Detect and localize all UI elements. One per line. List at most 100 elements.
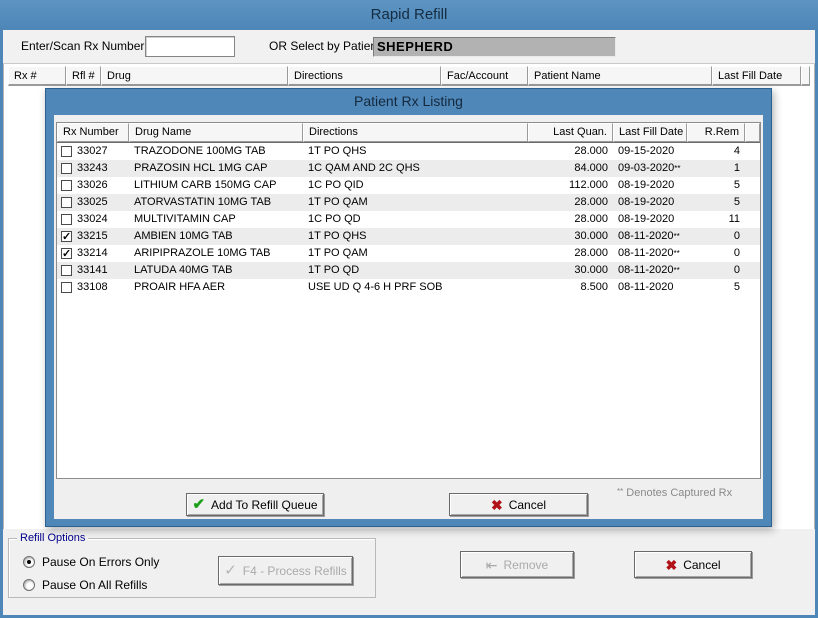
dialog-cancel-label: Cancel [509, 498, 546, 512]
footer-panel: Refill Options Pause On Errors Only Paus… [3, 529, 815, 615]
col-last-fill-date[interactable]: Last Fill Date [613, 123, 687, 142]
rx-table-row[interactable]: 33026 LITHIUM CARB 150MG CAP 1C PO QID 1… [57, 177, 760, 194]
rx-checkbox[interactable] [61, 180, 72, 191]
last-fill-date-value: 08-19-2020 [613, 211, 687, 228]
rx-table-row[interactable]: 33025 ATORVASTATIN 10MG TAB 1T PO QAM 28… [57, 194, 760, 211]
directions-value: 1C PO QD [303, 211, 528, 228]
rx-checkbox[interactable] [61, 265, 72, 276]
bg-col-patient-name[interactable]: Patient Name [528, 66, 712, 86]
row-spacer [745, 194, 760, 211]
rx-number-label: Enter/Scan Rx Number: [21, 39, 148, 53]
rx-table-row[interactable]: 33108 PROAIR HFA AER USE UD Q 4-6 H PRF … [57, 279, 760, 296]
last-fill-date-value: 09-03-2020** [613, 160, 687, 177]
directions-value: 1C QAM AND 2C QHS [303, 160, 528, 177]
rx-checkbox[interactable] [61, 231, 72, 242]
rx-table-row[interactable]: 33027 TRAZODONE 100MG TAB 1T PO QHS 28.0… [57, 143, 760, 160]
col-drug-name[interactable]: Drug Name [129, 123, 303, 142]
refills-remaining-value: 1 [687, 160, 745, 177]
patient-select-field[interactable]: SHEPHERD [373, 37, 616, 57]
col-r-rem[interactable]: R.Rem [687, 123, 745, 142]
check-icon: ✔ [192, 497, 205, 512]
refill-options-label: Refill Options [17, 532, 88, 544]
footer-cancel-button[interactable]: ✖ Cancel [634, 551, 752, 578]
rx-checkbox[interactable] [61, 282, 72, 293]
rx-table-row[interactable]: 33214 ARIPIPRAZOLE 10MG TAB 1T PO QAM 28… [57, 245, 760, 262]
last-fill-date-value: 08-11-2020** [613, 262, 687, 279]
last-quantity-value: 28.000 [528, 143, 613, 160]
row-spacer [745, 279, 760, 296]
dialog-content: Rx Number Drug Name Directions Last Quan… [54, 115, 763, 519]
rx-number-value: 33025 [77, 194, 108, 211]
col-last-quan[interactable]: Last Quan. [528, 123, 613, 142]
footer-cancel-label: Cancel [683, 558, 720, 572]
dialog-title-bar: Patient Rx Listing [46, 89, 771, 115]
rx-checkbox[interactable] [61, 214, 72, 225]
drug-name-value: AMBIEN 10MG TAB [129, 228, 303, 245]
last-quantity-value: 28.000 [528, 194, 613, 211]
row-spacer [745, 228, 760, 245]
refills-remaining-value: 4 [687, 143, 745, 160]
last-quantity-value: 8.500 [528, 279, 613, 296]
bg-col-rx[interactable]: Rx # [8, 66, 66, 86]
rx-number-value: 33141 [77, 262, 108, 279]
rx-number-value: 33027 [77, 143, 108, 160]
rx-checkbox[interactable] [61, 248, 72, 259]
top-input-panel: Enter/Scan Rx Number: OR Select by Patie… [3, 30, 815, 64]
refills-remaining-value: 5 [687, 279, 745, 296]
window-title-bar: Rapid Refill [0, 0, 818, 30]
bg-col-drug[interactable]: Drug [101, 66, 288, 86]
rx-number-value: 33024 [77, 211, 108, 228]
rx-number-input[interactable] [145, 36, 235, 57]
bg-col-rfl[interactable]: Rfl # [66, 66, 101, 86]
rx-table-row[interactable]: 33243 PRAZOSIN HCL 1MG CAP 1C QAM AND 2C… [57, 160, 760, 177]
col-rx-number[interactable]: Rx Number [57, 123, 129, 142]
radio-selected-icon[interactable] [23, 556, 35, 568]
last-fill-date-value: 08-11-2020 [613, 279, 687, 296]
rx-number-value: 33214 [77, 245, 108, 262]
row-spacer [745, 262, 760, 279]
drug-name-value: LATUDA 40MG TAB [129, 262, 303, 279]
directions-value: 1T PO QHS [303, 228, 528, 245]
directions-value: 1T PO QAM [303, 194, 528, 211]
rx-number-value: 33215 [77, 228, 108, 245]
rx-checkbox[interactable] [61, 163, 72, 174]
rx-checkbox[interactable] [61, 146, 72, 157]
row-spacer [745, 160, 760, 177]
radio-unselected-icon[interactable] [23, 579, 35, 591]
directions-value: 1T PO QHS [303, 143, 528, 160]
add-to-refill-queue-label: Add To Refill Queue [211, 498, 318, 512]
radio-pause-on-all-refills[interactable]: Pause On All Refills [23, 578, 147, 592]
rx-number-value: 33108 [77, 279, 108, 296]
col-directions[interactable]: Directions [303, 123, 528, 142]
captured-rx-note: ** Denotes Captured Rx [617, 487, 732, 499]
add-to-refill-queue-button[interactable]: ✔ Add To Refill Queue [186, 493, 324, 516]
bg-col-fac-account[interactable]: Fac/Account [441, 66, 528, 86]
window-title: Rapid Refill [371, 6, 448, 23]
radio-pause-on-errors-only[interactable]: Pause On Errors Only [23, 555, 159, 569]
rx-table-row[interactable]: 33024 MULTIVITAMIN CAP 1C PO QD 28.000 0… [57, 211, 760, 228]
remove-arrow-icon: ⇤ [486, 558, 498, 572]
cancel-x-icon: ✖ [491, 498, 503, 512]
remove-button[interactable]: ⇤ Remove [460, 551, 574, 578]
refills-remaining-value: 0 [687, 228, 745, 245]
dialog-cancel-button[interactable]: ✖ Cancel [449, 493, 588, 516]
directions-value: 1T PO QAM [303, 245, 528, 262]
last-quantity-value: 28.000 [528, 245, 613, 262]
rx-table-row[interactable]: 33215 AMBIEN 10MG TAB 1T PO QHS 30.000 0… [57, 228, 760, 245]
bg-col-directions[interactable]: Directions [288, 66, 441, 86]
background-table-header: Rx # Rfl # Drug Directions Fac/Account P… [8, 66, 810, 86]
dialog-title: Patient Rx Listing [354, 93, 463, 109]
rx-number-value: 33026 [77, 177, 108, 194]
rx-table-row[interactable]: 33141 LATUDA 40MG TAB 1T PO QD 30.000 08… [57, 262, 760, 279]
row-spacer [745, 143, 760, 160]
last-fill-date-value: 08-11-2020** [613, 228, 687, 245]
last-quantity-value: 30.000 [528, 228, 613, 245]
refills-remaining-value: 5 [687, 177, 745, 194]
bg-col-last-fill-date[interactable]: Last Fill Date [712, 66, 801, 86]
patient-name-value: SHEPHERD [377, 39, 453, 54]
rx-checkbox[interactable] [61, 197, 72, 208]
f4-process-refills-label: F4 - Process Refills [243, 564, 347, 578]
remove-label: Remove [504, 558, 549, 572]
f4-process-refills-button[interactable]: ✓ F4 - Process Refills [218, 556, 353, 585]
rapid-refill-window: Rapid Refill Enter/Scan Rx Number: OR Se… [0, 0, 818, 618]
